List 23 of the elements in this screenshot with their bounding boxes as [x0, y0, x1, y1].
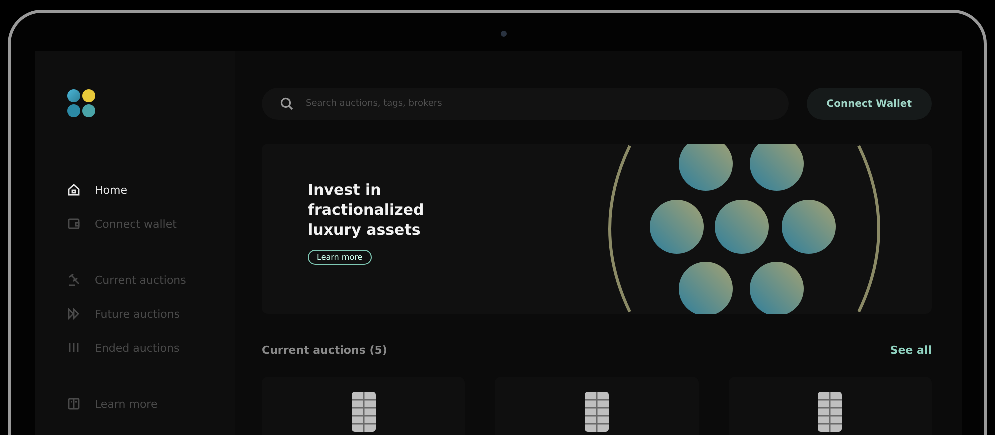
wallet-icon — [67, 217, 81, 231]
auction-card[interactable] — [495, 377, 699, 435]
auction-card[interactable] — [262, 377, 466, 435]
see-all-link[interactable]: See all — [890, 344, 932, 357]
search-field[interactable]: Search auctions, tags, brokers — [262, 88, 789, 120]
sidebar-item[interactable]: Current auctions — [67, 269, 235, 291]
home-icon — [67, 183, 81, 197]
sidebar-item[interactable]: Future auctions — [67, 303, 235, 325]
sidebar-item[interactable]: Home — [67, 179, 235, 201]
connect-wallet-button[interactable]: Connect Wallet — [806, 88, 932, 120]
sidebar-item[interactable]: Learn more — [67, 393, 235, 415]
camera-icon — [501, 31, 507, 37]
sidebar-item[interactable]: Ended auctions — [67, 337, 235, 359]
gavel-icon — [67, 273, 81, 287]
fast-forward-icon — [67, 307, 81, 321]
hero-headline: Invest in fractionalized luxury assets — [308, 180, 426, 240]
learn-more-button[interactable]: Learn more — [308, 250, 372, 265]
bars-icon — [67, 341, 81, 355]
logo-icon — [67, 89, 97, 119]
sidebar-item[interactable]: Connect wallet — [67, 213, 235, 235]
auction-card[interactable] — [728, 377, 932, 435]
book-icon — [67, 397, 81, 411]
section-title: Current auctions (5) — [262, 344, 388, 357]
